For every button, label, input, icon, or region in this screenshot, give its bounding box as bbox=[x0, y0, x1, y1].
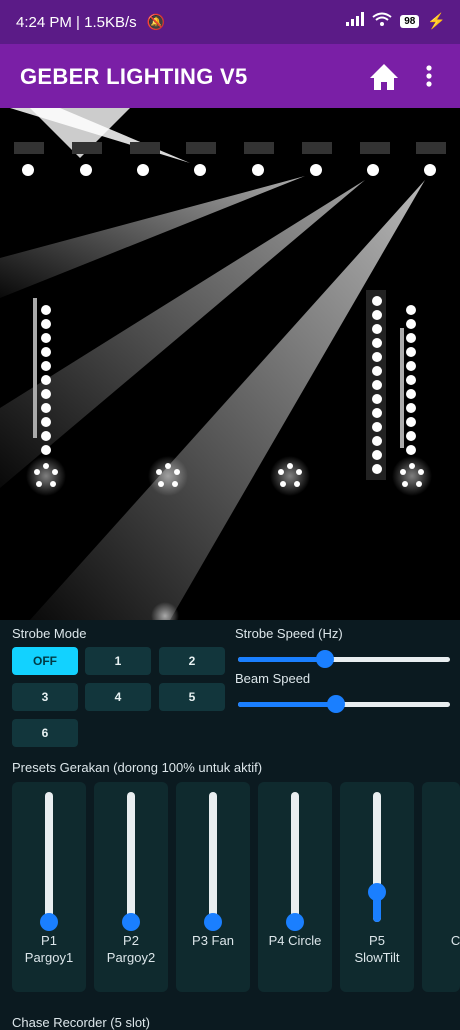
preset-name: Ci bbox=[450, 933, 460, 948]
chase-recorder-label: Chase Recorder (5 slot) bbox=[12, 1015, 150, 1030]
preset-name: P2 Pargoy2 bbox=[106, 933, 156, 965]
ring-light bbox=[26, 456, 66, 496]
strobe-speed-slider[interactable] bbox=[238, 649, 450, 669]
strobe-button-off[interactable]: OFF bbox=[12, 647, 78, 675]
strobe-mode-label: Strobe Mode bbox=[12, 626, 87, 641]
preset-slider-thumb[interactable] bbox=[368, 883, 386, 902]
ring-light bbox=[270, 456, 310, 496]
battery-icon: 98 bbox=[400, 14, 420, 28]
strobe-speed-label: Strobe Speed (Hz) bbox=[235, 626, 343, 641]
ring-light bbox=[392, 456, 432, 496]
preset-slider-thumb[interactable] bbox=[40, 913, 58, 931]
beam bbox=[0, 176, 305, 298]
preset-card[interactable]: P2 Pargoy2 bbox=[94, 782, 168, 992]
preset-name: P5 SlowTilt bbox=[354, 933, 400, 965]
top-fixture-bars bbox=[14, 142, 446, 154]
top-fixture-heads bbox=[22, 164, 436, 176]
led-bar-right-a bbox=[366, 290, 386, 480]
strobe-button-2[interactable]: 2 bbox=[159, 647, 225, 675]
presets-label: Presets Gerakan (dorong 100% untuk aktif… bbox=[12, 760, 263, 775]
status-time: 4:24 PM bbox=[16, 14, 72, 31]
mute-icon: 🔕 bbox=[146, 14, 166, 31]
app-title: GEBER LIGHTING V5 bbox=[20, 64, 248, 89]
stage-preview bbox=[0, 108, 460, 620]
preset-card[interactable]: P4 Circle bbox=[258, 782, 332, 992]
preset-slider-thumb[interactable] bbox=[204, 913, 222, 931]
home-icon[interactable] bbox=[368, 62, 400, 97]
preset-slider-thumb[interactable] bbox=[286, 913, 304, 931]
status-right: 98 ⚡ bbox=[346, 12, 446, 30]
status-bar: 4:24 PM | 1.5KB/s 🔕 98 ⚡ bbox=[0, 0, 460, 44]
charging-icon: ⚡ bbox=[427, 13, 446, 30]
status-speed: 1.5KB/s bbox=[84, 14, 137, 31]
stage-canvas bbox=[0, 108, 446, 620]
strobe-button-4[interactable]: 4 bbox=[85, 683, 151, 711]
strobe-button-6[interactable]: 6 bbox=[12, 719, 78, 747]
slider-thumb[interactable] bbox=[327, 695, 346, 713]
preset-name: P3 Fan bbox=[192, 933, 234, 948]
slider-thumb[interactable] bbox=[315, 650, 334, 668]
signal-icon bbox=[346, 12, 365, 30]
preset-card[interactable]: P3 Fan bbox=[176, 782, 250, 992]
preset-card[interactable]: P1 Pargoy1 bbox=[12, 782, 86, 992]
preset-name: P4 Circle bbox=[268, 933, 322, 948]
strobe-button-5[interactable]: 5 bbox=[159, 683, 225, 711]
preset-slider-thumb[interactable] bbox=[122, 913, 140, 931]
more-options-icon[interactable] bbox=[424, 64, 434, 93]
strobe-button-1[interactable]: 1 bbox=[85, 647, 151, 675]
wifi-icon bbox=[372, 12, 392, 30]
ring-light bbox=[148, 456, 188, 496]
beam-speed-label: Beam Speed bbox=[235, 671, 311, 686]
beam-speed-slider[interactable] bbox=[238, 694, 450, 714]
preset-card[interactable]: Ci bbox=[422, 782, 460, 992]
preset-card[interactable]: P5 SlowTilt bbox=[340, 782, 414, 992]
strobe-button-3[interactable]: 3 bbox=[12, 683, 78, 711]
status-sep: | bbox=[76, 14, 85, 31]
status-left: 4:24 PM | 1.5KB/s 🔕 bbox=[16, 13, 166, 31]
led-bar-right-b bbox=[400, 305, 416, 455]
preset-name: P1 Pargoy1 bbox=[24, 933, 74, 965]
app-bar: GEBER LIGHTING V5 bbox=[0, 44, 460, 108]
